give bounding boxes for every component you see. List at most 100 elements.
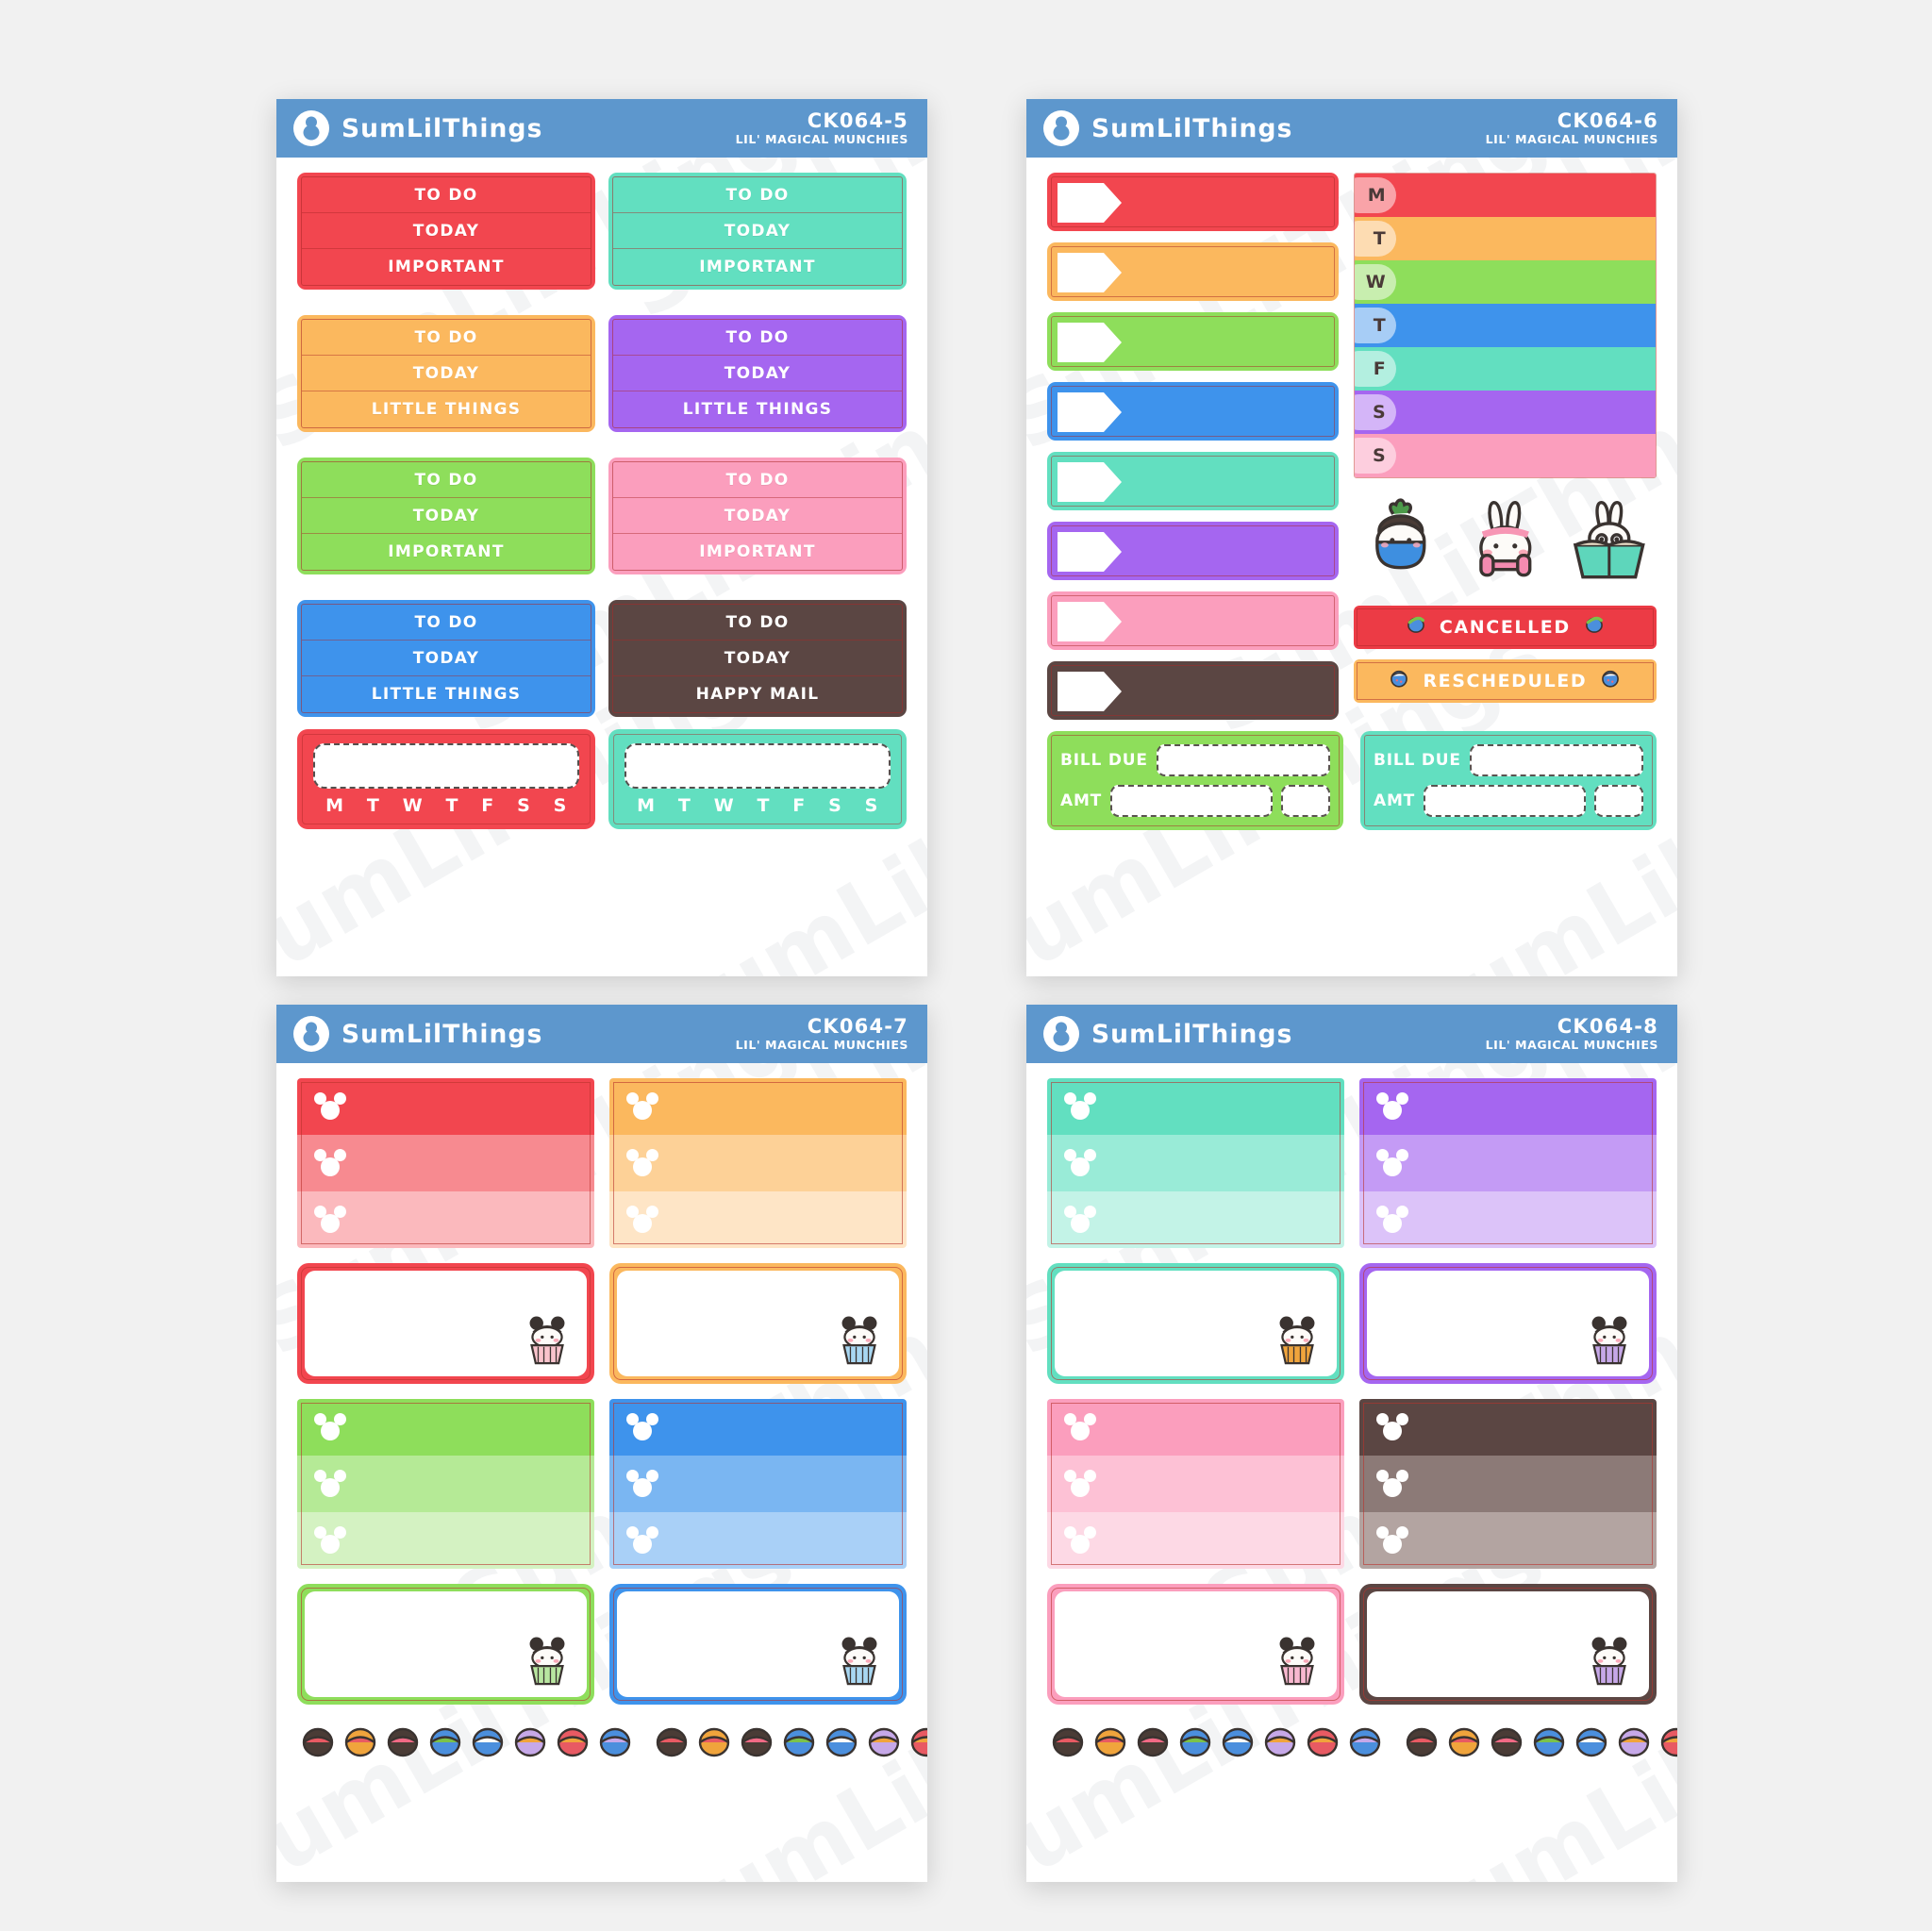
macaron-sticker[interactable] (425, 1723, 466, 1761)
todo-sticker[interactable]: TO DO TODAY IMPORTANT (608, 173, 907, 290)
macaron-sticker[interactable] (693, 1723, 735, 1761)
weekday-tracker-sticker[interactable]: MTWTFSS (608, 729, 907, 829)
todo-sticker-row[interactable]: LITTLE THINGS (302, 676, 591, 712)
mickey-checklist-band[interactable] (1359, 1191, 1657, 1248)
macaron-strip[interactable] (1047, 1723, 1386, 1761)
todo-sticker-row[interactable]: TODAY (613, 356, 902, 391)
todo-sticker-row[interactable]: IMPORTANT (613, 249, 902, 285)
weekday-strip-sticker[interactable]: S (1354, 434, 1656, 477)
mickey-cupcake-sticker[interactable] (835, 1312, 884, 1372)
mickey-checklist-band[interactable] (1359, 1456, 1657, 1512)
write-in-sticker[interactable] (297, 1263, 594, 1384)
macaron-sticker[interactable] (1344, 1723, 1386, 1761)
macaron-sticker[interactable] (863, 1723, 905, 1761)
mickey-checklist-band[interactable] (297, 1456, 594, 1512)
flag-sticker[interactable] (1047, 522, 1339, 580)
macaron-sticker[interactable] (1486, 1723, 1527, 1761)
write-in-sticker[interactable] (609, 1584, 907, 1705)
macaron-sticker[interactable] (821, 1723, 862, 1761)
todo-sticker-row[interactable]: IMPORTANT (302, 249, 591, 285)
pink-minnie-cupcake-sticker[interactable] (1273, 1633, 1322, 1692)
mickey-checklist-band[interactable] (1359, 1135, 1657, 1191)
macaron-strip[interactable] (297, 1723, 636, 1761)
macaron-sticker[interactable] (1259, 1723, 1301, 1761)
flag-sticker[interactable] (1047, 312, 1339, 371)
reading-bunny-sticker[interactable] (1562, 493, 1657, 592)
purple-cupcake-sticker[interactable] (1585, 1312, 1634, 1372)
todo-sticker[interactable]: TO DO TODAY IMPORTANT (297, 173, 595, 290)
plant-cupcake-sticker[interactable] (1354, 493, 1448, 592)
write-in-sticker[interactable] (1047, 1584, 1344, 1705)
write-in-sticker[interactable] (609, 1263, 907, 1384)
todo-sticker-row[interactable]: HAPPY MAIL (613, 676, 902, 712)
todo-sticker-row[interactable]: IMPORTANT (613, 534, 902, 570)
todo-sticker-row[interactable]: TO DO (613, 320, 902, 356)
flag-sticker[interactable] (1047, 173, 1339, 231)
todo-sticker-row[interactable]: TODAY (302, 641, 591, 676)
mickey-checklist-band[interactable] (609, 1399, 907, 1456)
bill-amt-field[interactable] (1424, 785, 1586, 817)
macaron-sticker[interactable] (382, 1723, 424, 1761)
flag-sticker[interactable] (1047, 452, 1339, 510)
todo-sticker-row[interactable]: TODAY (302, 213, 591, 249)
macaron-sticker[interactable] (1528, 1723, 1570, 1761)
macaron-sticker[interactable] (736, 1723, 777, 1761)
mickey-checklist-band[interactable] (609, 1078, 907, 1135)
todo-sticker[interactable]: TO DO TODAY IMPORTANT (297, 458, 595, 574)
write-in-area[interactable] (1055, 1271, 1337, 1376)
mickey-checklist-band[interactable] (1359, 1512, 1657, 1569)
todo-sticker[interactable]: TO DO TODAY IMPORTANT (608, 458, 907, 574)
mickey-checklist-band[interactable] (297, 1078, 594, 1135)
mickey-checklist-sticker[interactable] (1047, 1399, 1344, 1569)
mickey-checklist-band[interactable] (1047, 1456, 1344, 1512)
macaron-sticker[interactable] (651, 1723, 692, 1761)
status-banner-sticker[interactable]: CANCELLED (1353, 605, 1657, 649)
macaron-sticker[interactable] (509, 1723, 551, 1761)
todo-sticker-row[interactable]: TODAY (613, 213, 902, 249)
todo-sticker-row[interactable]: LITTLE THINGS (613, 391, 902, 427)
mickey-checklist-band[interactable] (1047, 1512, 1344, 1569)
mickey-checklist-sticker[interactable] (1359, 1399, 1657, 1569)
todo-sticker[interactable]: TO DO TODAY HAPPY MAIL (608, 600, 907, 717)
mickey-checklist-band[interactable] (1359, 1078, 1657, 1135)
macaron-sticker[interactable] (594, 1723, 636, 1761)
bill-due-field[interactable] (1469, 744, 1643, 776)
mickey-checklist-sticker[interactable] (1359, 1078, 1657, 1248)
weekday-strip-sticker[interactable]: F (1354, 347, 1656, 391)
mickey-checklist-band[interactable] (1047, 1399, 1344, 1456)
flag-sticker[interactable] (1047, 242, 1339, 301)
macaron-sticker[interactable] (1090, 1723, 1131, 1761)
mickey-checklist-sticker[interactable] (297, 1078, 594, 1248)
write-in-area[interactable] (1367, 1591, 1649, 1697)
bill-due-field[interactable] (1156, 744, 1330, 776)
macaron-sticker[interactable] (467, 1723, 508, 1761)
bill-due-sticker[interactable]: BILL DUE AMT (1360, 731, 1657, 830)
macaron-sticker[interactable] (1132, 1723, 1174, 1761)
workout-bunny-sticker[interactable] (1458, 493, 1553, 592)
weekday-strip-sticker[interactable]: W (1354, 260, 1656, 304)
mickey-checklist-band[interactable] (297, 1135, 594, 1191)
bill-cents-field[interactable] (1594, 785, 1643, 817)
cactus-cupcake-sticker[interactable] (1273, 1312, 1322, 1372)
macaron-sticker[interactable] (552, 1723, 593, 1761)
bill-amt-field[interactable] (1110, 785, 1273, 817)
macaron-sticker[interactable] (778, 1723, 820, 1761)
todo-sticker-row[interactable]: TODAY (302, 498, 591, 534)
mickey-checklist-sticker[interactable] (609, 1078, 907, 1248)
todo-sticker[interactable]: TO DO TODAY LITTLE THINGS (297, 315, 595, 432)
mickey-checklist-band[interactable] (609, 1512, 907, 1569)
flag-sticker[interactable] (1047, 382, 1339, 441)
write-in-sticker[interactable] (1359, 1584, 1657, 1705)
mickey-checklist-band[interactable] (297, 1191, 594, 1248)
todo-sticker-row[interactable]: TO DO (302, 177, 591, 213)
macaron-strip[interactable] (651, 1723, 927, 1761)
todo-sticker-row[interactable]: TO DO (302, 320, 591, 356)
macaron-sticker[interactable] (1613, 1723, 1655, 1761)
mickey-checklist-band[interactable] (609, 1191, 907, 1248)
minnie-cupcake-sticker[interactable] (523, 1312, 572, 1372)
write-in-area[interactable] (305, 1271, 587, 1376)
todo-sticker-row[interactable]: TODAY (613, 498, 902, 534)
write-in-area[interactable] (617, 1271, 899, 1376)
macaron-sticker[interactable] (1571, 1723, 1612, 1761)
mickey-checklist-band[interactable] (1047, 1135, 1344, 1191)
